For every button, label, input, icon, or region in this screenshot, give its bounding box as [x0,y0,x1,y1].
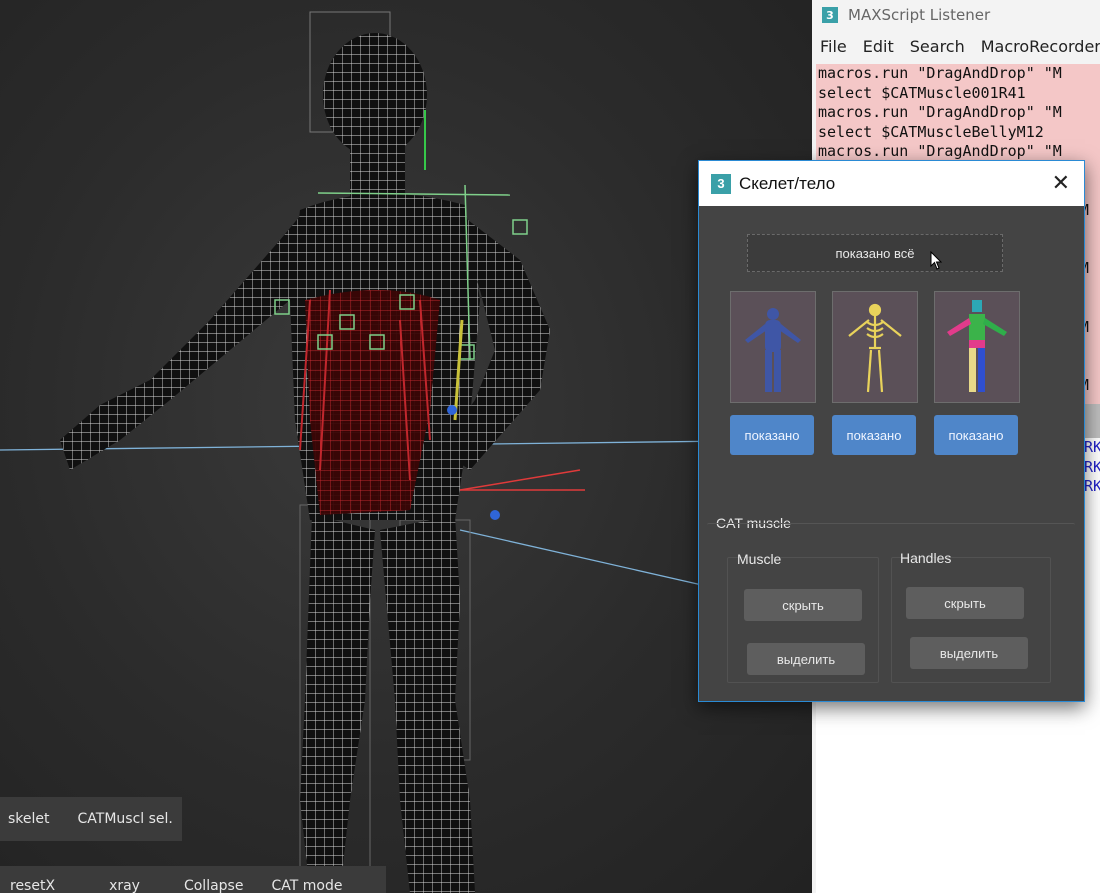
resetx-button[interactable]: resetX [0,878,95,893]
menu-file[interactable]: File [812,37,855,56]
show-all-button[interactable]: показано всё [747,234,1003,272]
show-all-label: показано всё [835,245,915,261]
body-visibility-label: показано [744,427,800,443]
body-figure-icon [731,292,815,402]
listener-titlebar: 3 MAXScript Listener [812,0,1100,30]
dialog-titlebar[interactable]: 3 Скелет/тело ✕ [699,161,1084,206]
menu-macrorecorder[interactable]: MacroRecorder [973,37,1100,56]
body-visibility-button[interactable]: показано [730,415,814,455]
3dsmax-app-icon: 3 [822,7,838,23]
viewport-button-panel-2: resetX xray Collapse CAT mode [0,866,386,893]
muscle-group-title: Muscle [737,551,782,567]
code-line: select $CATMuscleBellyM12 [818,122,1044,141]
listener-title: MAXScript Listener [848,6,991,24]
cat-rig-visibility-label: показано [948,427,1004,443]
close-icon[interactable]: ✕ [1052,170,1070,196]
body-thumbnail[interactable] [730,291,816,403]
handles-hide-label: скрыть [944,595,986,611]
muscle-hide-button[interactable]: скрыть [744,589,862,621]
muscle-select-button[interactable]: выделить [747,643,865,675]
collapse-button[interactable]: Collapse [170,878,258,893]
listener-menubar: File Edit Search MacroRecorder [812,30,1100,62]
muscle-select-label: выделить [776,651,836,667]
wireframe-character [0,11,812,893]
skelet-button[interactable]: skelet [0,811,64,827]
code-line: macros.run "DragAndDrop" "M [818,64,1062,82]
cat-mode-button[interactable]: CAT mode [257,878,356,893]
cat-rig-thumbnail[interactable] [934,291,1020,403]
skeleton-figure-icon [833,292,917,402]
catmuscl-sel-button[interactable]: CATMuscl sel. [64,811,187,827]
handles-group-title: Handles [900,550,952,566]
code-line: select $CATMuscle001R41 [818,83,1026,102]
muscle-hide-label: скрыть [782,597,824,613]
cat-rig-visibility-button[interactable]: показано [934,415,1018,455]
xray-button[interactable]: xray [95,878,170,893]
handles-select-button[interactable]: выделить [910,637,1028,669]
menu-search[interactable]: Search [902,37,973,56]
handles-select-label: выделить [939,645,999,661]
menu-edit[interactable]: Edit [855,37,902,56]
skeleton-visibility-label: показано [846,427,902,443]
mouse-cursor-icon [930,251,943,270]
handles-hide-button[interactable]: скрыть [906,587,1024,619]
3d-viewport[interactable]: skelet CATMuscl sel. resetX xray Collaps… [0,0,812,893]
skeleton-body-dialog: 3 Скелет/тело ✕ показано всё показано по… [698,160,1085,702]
skeleton-visibility-button[interactable]: показано [832,415,916,455]
code-line: macros.run "DragAndDrop" "M [818,142,1062,160]
viewport-button-panel-1: skelet CATMuscl sel. [0,797,182,841]
code-line: macros.run "DragAndDrop" "M [818,103,1062,121]
skeleton-thumbnail[interactable] [832,291,918,403]
cat-rig-figure-icon [935,292,1019,402]
3dsmax-app-icon: 3 [711,173,731,194]
dialog-title: Скелет/тело [739,173,836,193]
